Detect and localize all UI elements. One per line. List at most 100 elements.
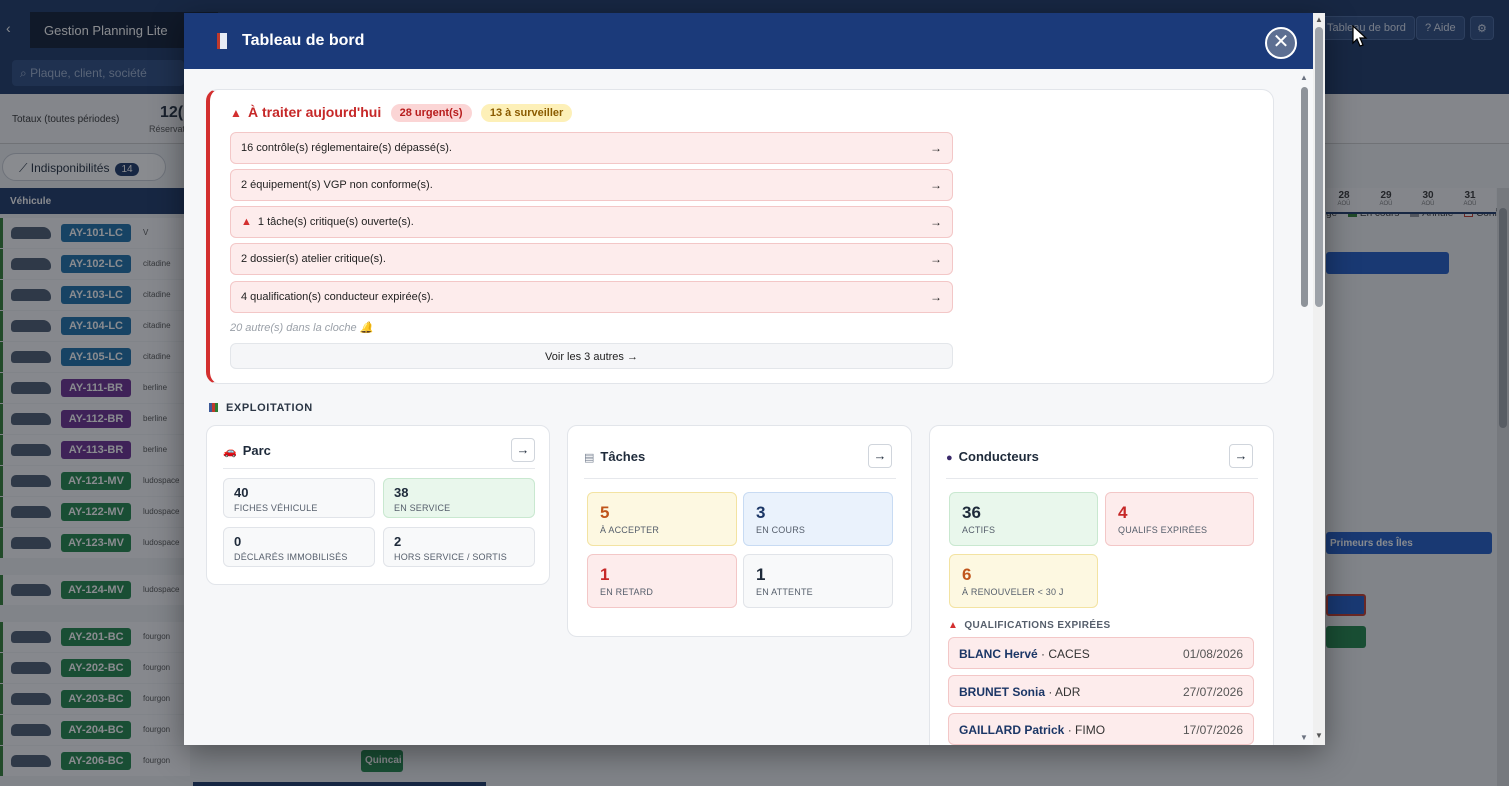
clipboard-icon: ▤ — [584, 452, 595, 464]
arrow-right-icon: → — [930, 252, 942, 266]
stat-tile[interactable]: 1 EN RETARD — [587, 554, 737, 608]
today-alerts-card: ▲ À traiter aujourd'hui 28 urgent(s) 13 à… — [206, 89, 1274, 384]
stat-value: 5 — [600, 503, 610, 522]
scroll-down-icon[interactable]: ▼ — [1300, 733, 1308, 742]
stat-label: EN RETARD — [600, 587, 654, 597]
stat-label: DÉCLARÉS IMMOBILISÉS — [234, 552, 348, 562]
alarm-icon: ▲ — [948, 620, 959, 631]
mouse-cursor-icon — [1352, 25, 1368, 47]
alert-item[interactable]: 4 qualification(s) conducteur expirée(s)… — [230, 281, 953, 313]
expired-qualifications-title: ▲ QUALIFICATIONS EXPIRÉES — [948, 620, 1111, 631]
modal-header: Tableau de bord ✕ — [184, 13, 1325, 69]
stat-value: 0 — [234, 534, 242, 549]
card-title: 🚗 Parc — [223, 443, 271, 458]
arrow-right-icon: → — [930, 215, 942, 229]
stat-tile[interactable]: 3 EN COURS — [743, 492, 893, 546]
driver-name: GAILLARD Patrick — [959, 723, 1065, 737]
alert-text: 1 tâche(s) critique(s) ouverte(s). — [257, 216, 414, 228]
tasks-card: ▤ Tâches → 5 À ACCEPTER 3 EN COURS 1 EN R… — [567, 425, 912, 637]
drivers-open-button[interactable]: → — [1229, 444, 1253, 468]
qualification-type: · FIMO — [1067, 723, 1106, 737]
stat-label: À ACCEPTER — [600, 525, 660, 535]
stat-label: FICHES VÉHICULE — [234, 503, 318, 513]
driver-name: BLANC Hervé — [959, 647, 1038, 661]
qualification-date: 01/08/2026 — [1182, 647, 1243, 661]
stat-tile[interactable]: 36 ACTIFS — [949, 492, 1098, 546]
card-title: ● Conducteurs — [946, 449, 1039, 464]
qualification-row[interactable]: GAILLARD Patrick · FIMO 17/07/2026 — [948, 713, 1254, 745]
qualification-date: 27/07/2026 — [1182, 685, 1243, 699]
dashboard-modal: Tableau de bord ✕ ▲ À traiter aujourd'hui… — [184, 13, 1325, 745]
car-icon: 🚗 — [223, 446, 237, 458]
parc-open-button[interactable]: → — [511, 438, 535, 462]
stat-tile[interactable]: 4 QUALIFS EXPIRÉES — [1105, 492, 1254, 546]
arrow-right-icon: → — [930, 178, 942, 192]
stat-value: 1 — [756, 565, 766, 584]
parc-card: 🚗 Parc → 40 FICHES VÉHICULE 38 EN SERVICE… — [206, 425, 550, 585]
stat-label: QUALIFS EXPIRÉES — [1118, 525, 1208, 535]
stat-tile[interactable]: 1 EN ATTENTE — [743, 554, 893, 608]
alarm-icon: ▲ — [230, 106, 242, 120]
modal-body: ▲ À traiter aujourd'hui 28 urgent(s) 13 à… — [184, 69, 1325, 745]
qualification-type: · ADR — [1048, 685, 1081, 699]
stat-value: 3 — [756, 503, 766, 522]
stat-value: 40 — [234, 485, 249, 500]
alert-text: 4 qualification(s) conducteur expirée(s)… — [241, 291, 434, 303]
stat-value: 2 — [394, 534, 402, 549]
close-button[interactable]: ✕ — [1265, 27, 1297, 59]
stat-value: 4 — [1118, 503, 1128, 522]
scroll-up-icon[interactable]: ▲ — [1300, 73, 1308, 82]
alarm-icon: ▲ — [241, 216, 252, 228]
arrow-right-icon: → — [930, 141, 942, 155]
driver-name: BRUNET Sonia — [959, 685, 1046, 699]
card-title: ▤ Tâches — [584, 449, 646, 464]
divider — [223, 468, 535, 469]
alert-item[interactable]: 16 contrôle(s) réglementaire(s) dépassé(… — [230, 132, 953, 164]
qualification-type: · CACES — [1041, 647, 1090, 661]
stat-value: 1 — [600, 565, 610, 584]
stat-label: EN ATTENTE — [756, 587, 813, 597]
scrollbar-thumb[interactable] — [1315, 27, 1323, 307]
tasks-open-button[interactable]: → — [868, 444, 892, 468]
stat-label: EN COURS — [756, 525, 806, 535]
alert-text: 2 dossier(s) atelier critique(s). — [241, 253, 386, 265]
dashboard-icon — [217, 33, 227, 49]
scroll-up-icon[interactable]: ▲ — [1315, 15, 1323, 24]
stat-tile[interactable]: 40 FICHES VÉHICULE — [223, 478, 375, 518]
watch-badge: 13 à surveiller — [480, 104, 573, 122]
stat-value: 36 — [962, 503, 981, 522]
qualification-row[interactable]: BLANC Hervé · CACES 01/08/2026 — [948, 637, 1254, 669]
divider — [584, 478, 896, 479]
chart-icon — [209, 403, 218, 412]
scrollbar-thumb[interactable] — [1301, 87, 1308, 307]
scroll-down-icon[interactable]: ▼ — [1315, 731, 1323, 740]
section-title: EXPLOITATION — [209, 402, 313, 414]
modal-title: Tableau de bord — [242, 32, 365, 49]
stat-tile[interactable]: 6 À RENOUVELER < 30 J — [949, 554, 1098, 608]
stat-label: À RENOUVELER < 30 J — [962, 587, 1064, 597]
stat-tile[interactable]: 38 EN SERVICE — [383, 478, 535, 518]
divider — [946, 478, 1258, 479]
user-icon: ● — [946, 452, 953, 464]
stat-tile[interactable]: 2 HORS SERVICE / SORTIS — [383, 527, 535, 567]
qualification-row[interactable]: BRUNET Sonia · ADR 27/07/2026 — [948, 675, 1254, 707]
alert-item[interactable]: 2 dossier(s) atelier critique(s). → — [230, 243, 953, 275]
page-scrollbar[interactable]: ▲ ▼ — [1313, 13, 1325, 745]
stat-value: 6 — [962, 565, 972, 584]
stat-label: ACTIFS — [962, 525, 996, 535]
urgent-badge: 28 urgent(s) — [390, 104, 472, 122]
qualification-date: 17/07/2026 — [1182, 723, 1243, 737]
alerts-header: ▲ À traiter aujourd'hui 28 urgent(s) 13 à… — [230, 104, 573, 122]
stat-label: HORS SERVICE / SORTIS — [394, 552, 507, 562]
arrow-right-icon: → — [930, 290, 942, 304]
alerts-more-text: 20 autre(s) dans la cloche 🔔 — [230, 322, 374, 334]
stat-tile[interactable]: 0 DÉCLARÉS IMMOBILISÉS — [223, 527, 375, 567]
stat-tile[interactable]: 5 À ACCEPTER — [587, 492, 737, 546]
alert-item[interactable]: 2 équipement(s) VGP non conforme(s). → — [230, 169, 953, 201]
alert-item[interactable]: ▲ 1 tâche(s) critique(s) ouverte(s). → — [230, 206, 953, 238]
stat-label: EN SERVICE — [394, 503, 451, 513]
alert-text: 2 équipement(s) VGP non conforme(s). — [241, 179, 433, 191]
stat-value: 38 — [394, 485, 409, 500]
modal-scrollbar[interactable]: ▲ ▼ — [1298, 69, 1310, 745]
see-more-button[interactable]: Voir les 3 autres → — [230, 343, 953, 369]
